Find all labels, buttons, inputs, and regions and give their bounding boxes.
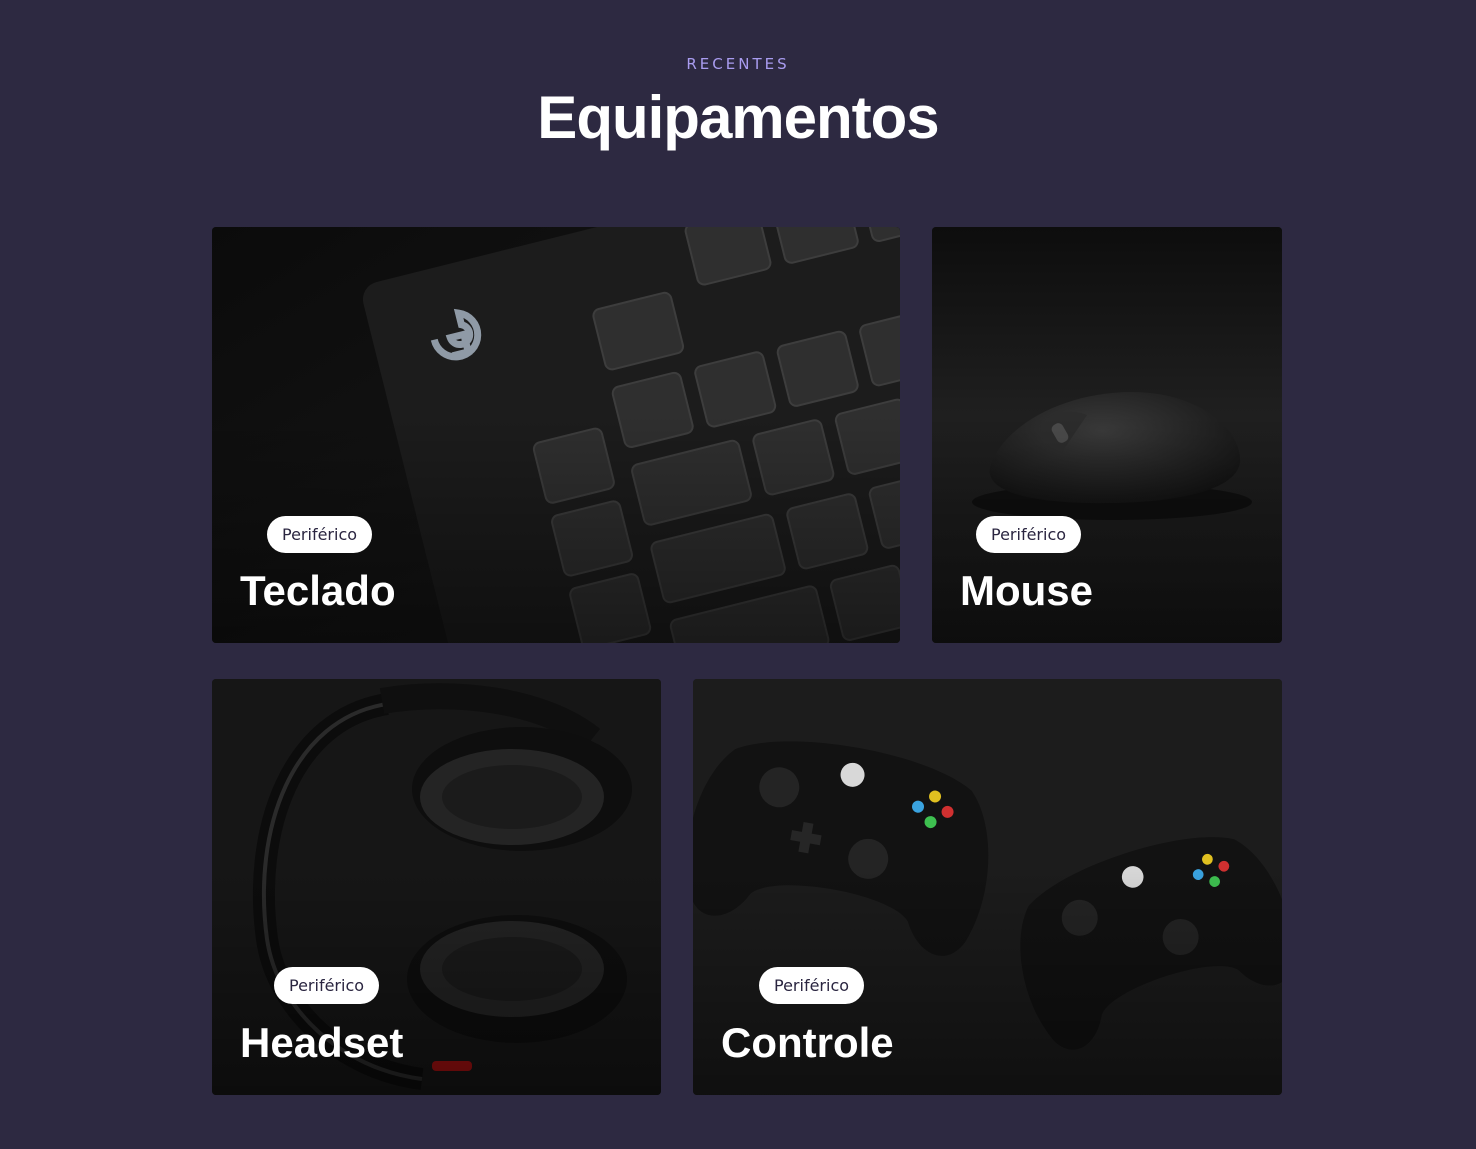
card-mouse[interactable]: Periférico Mouse [932,227,1282,643]
category-tag[interactable]: Periférico [274,967,380,1004]
category-tag[interactable]: Periférico [267,516,373,553]
card-headset[interactable]: Periférico Headset [212,679,661,1095]
category-tag[interactable]: Periférico [976,516,1082,553]
section-eyebrow: RECENTES [686,55,790,73]
category-tag[interactable]: Periférico [759,967,865,1004]
section-title: Equipamentos [537,84,939,151]
card-title: Teclado [240,567,396,614]
card-teclado[interactable]: Periférico Teclado [212,227,900,643]
card-title: Controle [721,1019,894,1066]
card-controle[interactable]: Periférico Controle [693,679,1282,1095]
card-title: Mouse [960,567,1094,614]
card-title: Headset [240,1019,404,1066]
